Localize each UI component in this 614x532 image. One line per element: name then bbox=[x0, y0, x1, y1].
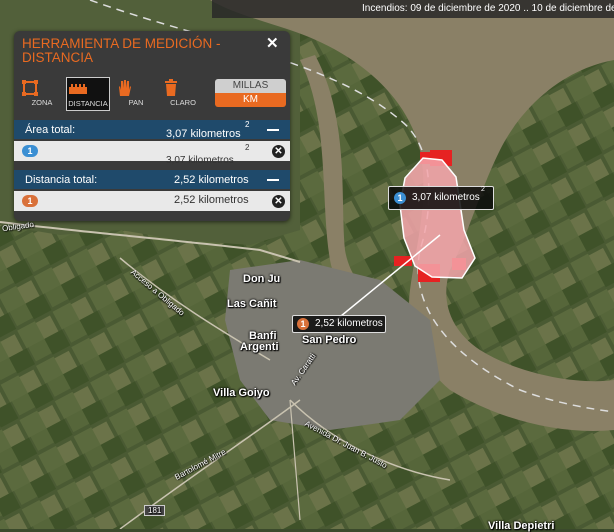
area-tooltip: 1 3,07 kilometros 2 bbox=[388, 186, 494, 210]
trash-icon bbox=[165, 79, 177, 96]
area-item-exp: 2 bbox=[245, 143, 250, 152]
area-item-row: 1 3,07 kilometros 2 ✕ bbox=[14, 141, 290, 166]
road-shield: 181 bbox=[144, 505, 166, 516]
place-label: San Pedro bbox=[302, 334, 357, 346]
distance-total-value: 2,52 kilometros bbox=[174, 174, 249, 186]
distance-tooltip-value: 2,52 kilometros bbox=[315, 318, 383, 329]
place-label: Argenti bbox=[240, 341, 279, 353]
remove-distance-button[interactable]: ✕ bbox=[272, 195, 285, 208]
clear-tool-label: CLARO bbox=[170, 98, 196, 107]
distance-item-row: 1 2,52 kilometros ✕ bbox=[14, 191, 290, 211]
pan-tool-label: PAN bbox=[128, 98, 144, 107]
pan-tool-button[interactable]: PAN bbox=[114, 77, 158, 111]
hand-icon bbox=[119, 80, 131, 96]
collapse-area-button[interactable] bbox=[267, 129, 279, 131]
place-label: Villa Depietri bbox=[488, 520, 555, 532]
distance-total-header: Distancia total: 2,52 kilometros bbox=[14, 170, 290, 189]
zone-tool-button[interactable]: ZONA bbox=[20, 77, 64, 111]
distance-tool-label: DISTANCIA bbox=[68, 99, 108, 108]
place-label: Las Cañit bbox=[227, 298, 277, 310]
panel-title: HERRAMIENTA DE MEDICIÓN - DISTANCIA bbox=[22, 36, 221, 65]
unit-toggle[interactable]: MILLAS KM bbox=[215, 79, 286, 107]
ruler-icon bbox=[69, 84, 87, 94]
area-tooltip-value: 3,07 kilometros bbox=[412, 192, 480, 203]
incidents-date-bar: Incendios: 09 de diciembre de 2020 .. 10… bbox=[212, 0, 614, 18]
zone-tool-label: ZONA bbox=[31, 98, 53, 107]
area-total-header: Área total: 3,07 kilometros 2 bbox=[14, 120, 290, 140]
zone-icon bbox=[22, 80, 38, 96]
place-label: Don Ju bbox=[243, 273, 281, 285]
unit-miles-option[interactable]: MILLAS bbox=[215, 79, 286, 93]
collapse-distance-button[interactable] bbox=[267, 179, 279, 181]
distance-tooltip: 1 2,52 kilometros bbox=[292, 315, 386, 333]
incidents-date-text: Incendios: 09 de diciembre de 2020 .. 10… bbox=[362, 3, 614, 14]
area-total-label: Área total: bbox=[25, 124, 76, 136]
area-total-exp: 2 bbox=[245, 120, 250, 129]
place-label: Villa Goiyo bbox=[213, 387, 270, 399]
distance-total-label: Distancia total: bbox=[25, 174, 98, 186]
measurement-tool-panel: HERRAMIENTA DE MEDICIÓN - DISTANCIA ✕ ZO… bbox=[14, 31, 290, 221]
distance-item-value: 2,52 kilometros bbox=[174, 194, 249, 206]
clear-tool-button[interactable]: CLARO bbox=[161, 77, 205, 111]
distance-badge: 1 bbox=[297, 318, 309, 330]
area-item-badge: 1 bbox=[22, 145, 38, 157]
area-total-value: 3,07 kilometros bbox=[166, 128, 241, 140]
unit-km-option[interactable]: KM bbox=[215, 93, 286, 107]
remove-area-button[interactable]: ✕ bbox=[272, 145, 285, 158]
area-tooltip-exp: 2 bbox=[481, 186, 485, 193]
area-item-value: 3,07 kilometros bbox=[166, 155, 234, 166]
area-badge: 1 bbox=[394, 192, 406, 204]
close-button[interactable]: ✕ bbox=[266, 34, 279, 52]
distance-item-badge: 1 bbox=[22, 195, 38, 207]
distance-tool-button[interactable]: DISTANCIA bbox=[66, 77, 110, 111]
